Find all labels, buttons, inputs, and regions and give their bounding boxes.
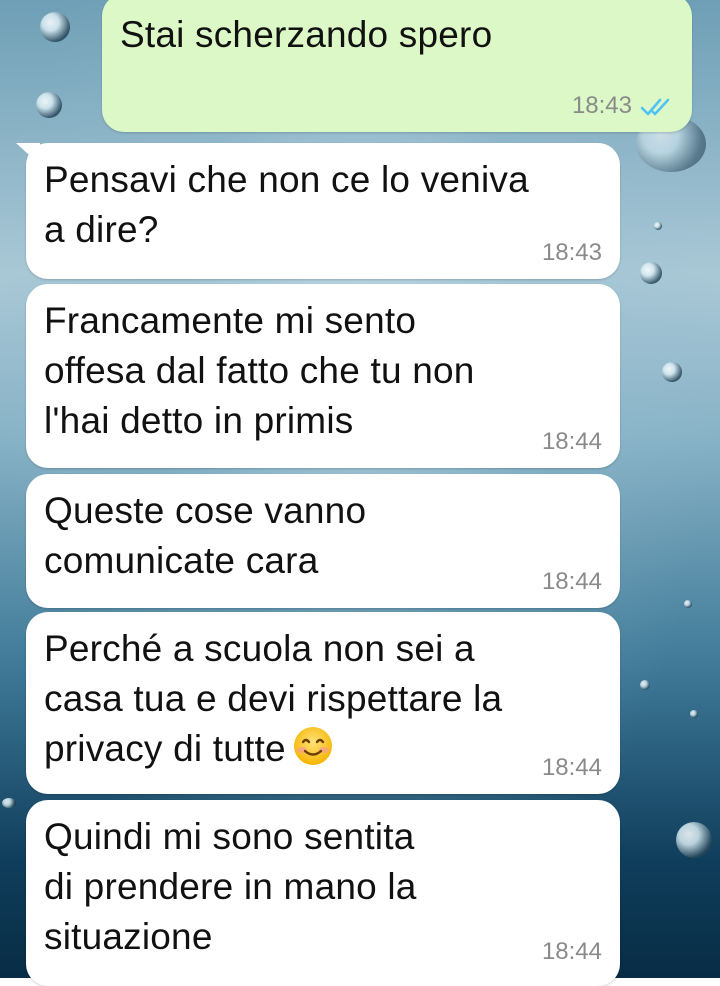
message-text: Stai scherzando spero [120, 14, 493, 55]
message-text: Quindi mi sono sentita di prendere in ma… [44, 816, 417, 957]
message-text-content: Perché a scuola non sei a casa tua e dev… [44, 628, 503, 769]
message-text: Francamente mi sento offesa dal fatto ch… [44, 300, 475, 441]
smiling-face-icon [292, 725, 334, 767]
message-meta: 18:44 [542, 428, 602, 456]
message-time: 18:44 [541, 428, 602, 455]
message-bubble-incoming[interactable]: Queste cose vanno comunicate cara 18:44 [26, 474, 620, 608]
message-text: Perché a scuola non sei a casa tua e dev… [44, 624, 602, 774]
message-meta: 18:44 [542, 938, 602, 966]
bubble-tail [16, 143, 40, 165]
message-meta: 18:44 [542, 568, 602, 596]
message-time: 18:44 [541, 568, 602, 595]
message-time: 18:44 [541, 938, 602, 965]
message-bubble-outgoing[interactable]: Stai scherzando spero 18:43 [102, 0, 692, 132]
message-time: 18:43 [571, 92, 632, 119]
message-time: 18:44 [541, 754, 602, 781]
message-bubble-incoming[interactable]: Pensavi che non ce lo veniva a dire? 18:… [16, 143, 620, 279]
message-text: Pensavi che non ce lo veniva a dire? [44, 159, 529, 250]
message-list[interactable]: Stai scherzando spero 18:43 Pensavi che … [0, 0, 720, 986]
message-meta: 18:44 [542, 754, 602, 782]
message-time: 18:43 [541, 239, 602, 266]
message-bubble-incoming[interactable]: Perché a scuola non sei a casa tua e dev… [26, 612, 620, 794]
message-bubble-incoming[interactable]: Quindi mi sono sentita di prendere in ma… [26, 800, 620, 986]
double-check-read-icon [640, 96, 674, 116]
message-bubble-incoming[interactable]: Francamente mi sento offesa dal fatto ch… [26, 284, 620, 468]
message-meta: 18:43 [572, 92, 674, 120]
message-text: Queste cose vanno comunicate cara [44, 490, 367, 581]
message-meta: 18:43 [542, 239, 602, 267]
